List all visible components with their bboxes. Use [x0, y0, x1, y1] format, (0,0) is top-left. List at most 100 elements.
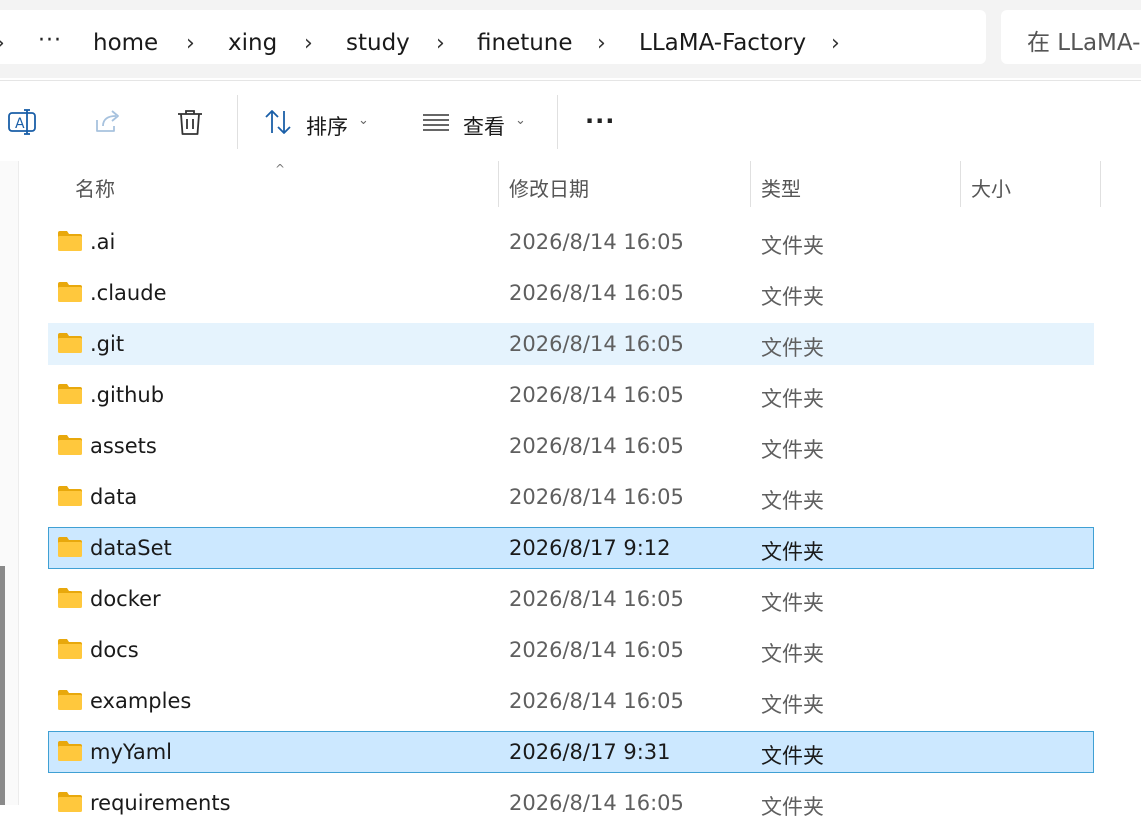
- file-modified-date: 2026/8/17 9:12: [509, 536, 671, 560]
- file-name: .claude: [90, 281, 167, 305]
- sort-button[interactable]: 排序: [306, 111, 348, 141]
- column-header-row: 名称 修改日期 类型 大小: [48, 161, 1108, 207]
- search-placeholder: 在 LLaMA-Factory 中搜索: [1027, 30, 1141, 56]
- breadcrumb-item-study[interactable]: study: [346, 30, 410, 56]
- file-name: .git: [90, 332, 125, 356]
- breadcrumb-overflow-button[interactable]: ···: [38, 28, 62, 53]
- file-row[interactable]: .github 2026/8/14 16:05 文件夹: [48, 374, 1094, 416]
- file-row[interactable]: docker 2026/8/14 16:05 文件夹: [48, 578, 1094, 620]
- trash-icon[interactable]: [175, 107, 205, 137]
- file-modified-date: 2026/8/17 9:31: [509, 740, 671, 764]
- folder-icon: [58, 231, 82, 251]
- breadcrumb-item-finetune[interactable]: finetune: [477, 30, 573, 56]
- file-type: 文件夹: [761, 438, 824, 462]
- file-row[interactable]: .git 2026/8/14 16:05 文件夹: [48, 323, 1094, 365]
- breadcrumb-item-home[interactable]: home: [93, 30, 158, 56]
- navigation-pane[interactable]: [0, 161, 19, 805]
- file-modified-date: 2026/8/14 16:05: [509, 638, 684, 662]
- chevron-down-icon[interactable]: ⌄: [358, 113, 369, 128]
- file-type: 文件夹: [761, 336, 824, 360]
- column-header-type[interactable]: 类型: [761, 173, 801, 202]
- folder-icon: [58, 792, 82, 812]
- folder-icon: [58, 486, 82, 506]
- file-modified-date: 2026/8/14 16:05: [509, 434, 684, 458]
- chevron-down-icon[interactable]: ⌄: [515, 113, 526, 128]
- file-type: 文件夹: [761, 693, 824, 717]
- breadcrumb-separator[interactable]: ›: [597, 31, 606, 56]
- file-row[interactable]: assets 2026/8/14 16:05 文件夹: [48, 425, 1094, 467]
- file-name: assets: [90, 434, 157, 458]
- file-modified-date: 2026/8/14 16:05: [509, 281, 684, 305]
- file-type: 文件夹: [761, 642, 824, 666]
- breadcrumb-separator[interactable]: ›: [186, 31, 195, 56]
- folder-icon: [58, 435, 82, 455]
- file-type: 文件夹: [761, 387, 824, 411]
- sort-icon[interactable]: [263, 107, 293, 137]
- file-name: docker: [90, 587, 161, 611]
- file-type: 文件夹: [761, 591, 824, 615]
- toolbar-divider: [237, 95, 238, 149]
- file-modified-date: 2026/8/14 16:05: [509, 230, 684, 254]
- file-modified-date: 2026/8/14 16:05: [509, 791, 684, 815]
- file-name: dataSet: [90, 536, 172, 560]
- file-row[interactable]: .ai 2026/8/14 16:05 文件夹: [48, 221, 1094, 263]
- breadcrumb[interactable]: › ··· home › xing › study › finetune › L…: [0, 10, 986, 64]
- folder-icon: [58, 741, 82, 761]
- file-modified-date: 2026/8/14 16:05: [509, 587, 684, 611]
- view-button[interactable]: 查看: [463, 111, 505, 141]
- column-header-name[interactable]: 名称: [75, 173, 115, 202]
- breadcrumb-separator[interactable]: ›: [831, 31, 840, 56]
- file-row[interactable]: .claude 2026/8/14 16:05 文件夹: [48, 272, 1094, 314]
- file-name: .ai: [90, 230, 116, 254]
- file-type: 文件夹: [761, 540, 824, 564]
- file-list: ^ 名称 修改日期 类型 大小 .ai 2026/8/14 16:05 文件夹 .cl…: [0, 161, 1141, 819]
- file-name: .github: [90, 383, 165, 407]
- breadcrumb-separator[interactable]: ›: [436, 31, 445, 56]
- column-header-size[interactable]: 大小: [971, 173, 1011, 202]
- file-name: myYaml: [90, 740, 172, 764]
- toolbar-divider: [557, 95, 558, 149]
- file-modified-date: 2026/8/14 16:05: [509, 383, 684, 407]
- column-header-modified[interactable]: 修改日期: [509, 173, 589, 202]
- command-bar: A 排序 ⌄ 查看 ⌄ ···: [0, 80, 1141, 162]
- file-type: 文件夹: [761, 234, 824, 258]
- breadcrumb-item-xing[interactable]: xing: [228, 30, 277, 56]
- file-type: 文件夹: [761, 489, 824, 513]
- breadcrumb-separator[interactable]: ›: [304, 31, 313, 56]
- column-divider[interactable]: [750, 161, 751, 207]
- file-name: docs: [90, 638, 139, 662]
- address-bar-area: › ··· home › xing › study › finetune › L…: [0, 0, 1141, 78]
- file-modified-date: 2026/8/14 16:05: [509, 485, 684, 509]
- share-icon[interactable]: [92, 107, 122, 137]
- file-row[interactable]: examples 2026/8/14 16:05 文件夹: [48, 680, 1094, 722]
- file-row[interactable]: myYaml 2026/8/17 9:31 文件夹: [48, 731, 1094, 773]
- view-icon[interactable]: [421, 107, 451, 137]
- folder-icon: [58, 588, 82, 608]
- search-input[interactable]: 在 LLaMA-Factory 中搜索: [1001, 10, 1141, 64]
- column-divider[interactable]: [960, 161, 961, 207]
- file-type: 文件夹: [761, 285, 824, 309]
- folder-icon: [58, 639, 82, 659]
- file-row[interactable]: data 2026/8/14 16:05 文件夹: [48, 476, 1094, 518]
- rename-icon[interactable]: A: [7, 107, 37, 137]
- file-row[interactable]: requirements 2026/8/14 16:05 文件夹: [48, 782, 1094, 824]
- file-type: 文件夹: [761, 795, 824, 819]
- folder-icon: [58, 537, 82, 557]
- folder-icon: [58, 690, 82, 710]
- svg-text:A: A: [15, 116, 25, 132]
- file-row[interactable]: dataSet 2026/8/17 9:12 文件夹: [48, 527, 1094, 569]
- column-divider[interactable]: [1100, 161, 1101, 207]
- more-options-button[interactable]: ···: [585, 107, 615, 135]
- chevron-right-icon: ›: [0, 31, 5, 56]
- file-type: 文件夹: [761, 744, 824, 768]
- navigation-scrollbar[interactable]: [0, 566, 5, 805]
- file-name: examples: [90, 689, 192, 713]
- column-divider[interactable]: [498, 161, 499, 207]
- file-name: data: [90, 485, 138, 509]
- folder-icon: [58, 333, 82, 353]
- file-row[interactable]: docs 2026/8/14 16:05 文件夹: [48, 629, 1094, 671]
- file-name: requirements: [90, 791, 231, 815]
- folder-icon: [58, 384, 82, 404]
- breadcrumb-item-llama-factory[interactable]: LLaMA-Factory: [639, 30, 806, 56]
- file-modified-date: 2026/8/14 16:05: [509, 689, 684, 713]
